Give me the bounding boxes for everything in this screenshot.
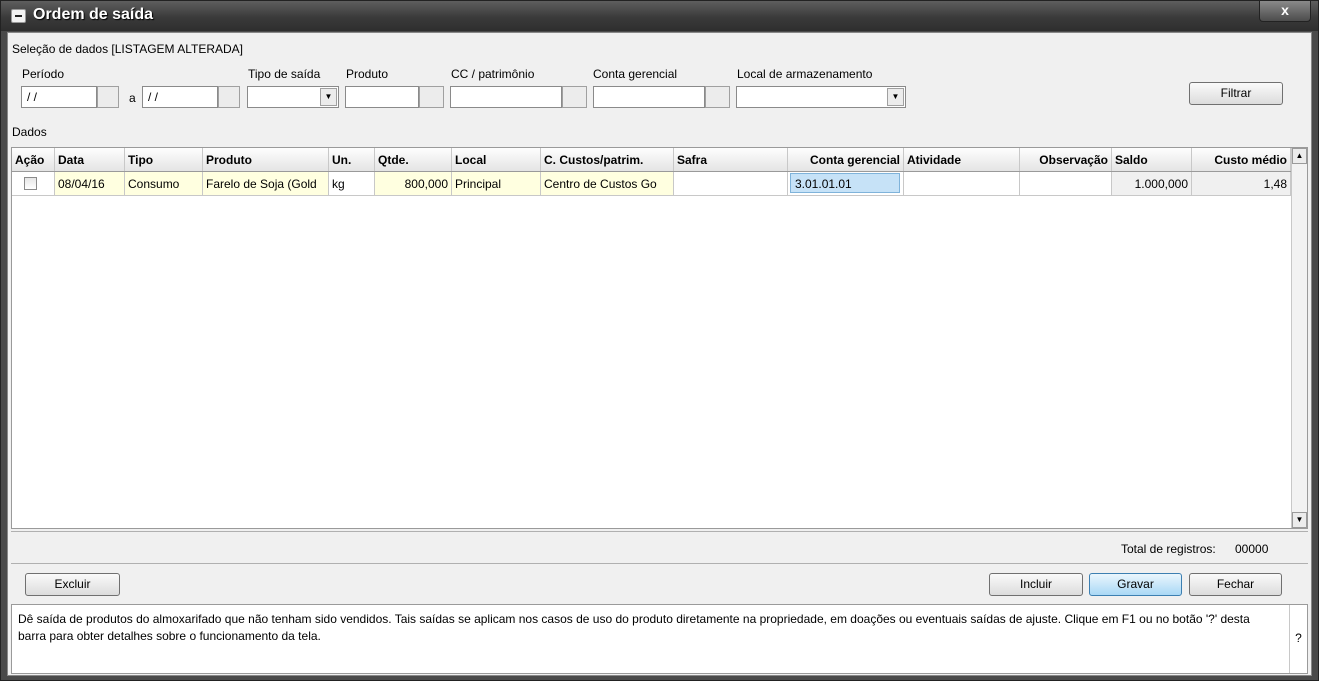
total-bar: Total de registros: 00000 bbox=[11, 531, 1308, 564]
main-window: Ordem de saída x Seleção de dados [LISTA… bbox=[0, 0, 1319, 681]
conta-selected-value[interactable]: 3.01.01.01 bbox=[790, 173, 900, 193]
help-button[interactable]: ? bbox=[1289, 605, 1307, 673]
excluir-button[interactable]: Excluir bbox=[25, 573, 120, 596]
col-produto[interactable]: Produto bbox=[203, 148, 329, 171]
row-cc-cell[interactable]: Centro de Custos Go bbox=[541, 172, 674, 195]
gravar-button[interactable]: Gravar bbox=[1089, 573, 1182, 596]
local-label: Local de armazenamento bbox=[737, 67, 873, 81]
row-observacao-cell[interactable] bbox=[1020, 172, 1112, 195]
data-grid: Ação Data Tipo Produto Un. Qtde. Local C… bbox=[11, 147, 1308, 529]
col-un[interactable]: Un. bbox=[329, 148, 375, 171]
row-saldo-cell: 1.000,000 bbox=[1112, 172, 1192, 195]
col-observacao[interactable]: Observação bbox=[1020, 148, 1112, 171]
client-area: Seleção de dados [LISTAGEM ALTERADA] Per… bbox=[7, 32, 1312, 676]
produto-label: Produto bbox=[346, 67, 389, 81]
row-tipo-cell[interactable]: Consumo bbox=[125, 172, 203, 195]
filtrar-button[interactable]: Filtrar bbox=[1189, 82, 1283, 105]
fechar-button[interactable]: Fechar bbox=[1189, 573, 1282, 596]
selection-title: Seleção de dados [LISTAGEM ALTERADA] bbox=[12, 42, 243, 56]
row-produto-cell[interactable]: Farelo de Soja (Gold bbox=[203, 172, 329, 195]
data-section-title: Dados bbox=[12, 125, 47, 139]
row-local-cell[interactable]: Principal bbox=[452, 172, 541, 195]
chevron-down-icon[interactable]: ▼ bbox=[320, 88, 337, 106]
conta-search-button[interactable] bbox=[705, 86, 730, 108]
col-conta[interactable]: Conta gerencial bbox=[788, 148, 904, 171]
local-select[interactable]: ▼ bbox=[736, 86, 906, 108]
periodo-from-input[interactable]: / / bbox=[21, 86, 97, 108]
periodo-separator: a bbox=[129, 91, 136, 105]
col-custo-medio[interactable]: Custo médio bbox=[1192, 148, 1291, 171]
cc-label: CC / patrimônio bbox=[451, 67, 535, 81]
row-atividade-cell[interactable] bbox=[904, 172, 1020, 195]
col-local[interactable]: Local bbox=[452, 148, 541, 171]
col-acao[interactable]: Ação bbox=[12, 148, 55, 171]
conta-label: Conta gerencial bbox=[593, 67, 678, 81]
acao-checkbox[interactable] bbox=[24, 177, 37, 190]
col-atividade[interactable]: Atividade bbox=[904, 148, 1020, 171]
produto-input[interactable] bbox=[345, 86, 419, 108]
row-qtde-cell[interactable]: 800,000 bbox=[375, 172, 452, 195]
close-button[interactable]: x bbox=[1259, 1, 1311, 22]
col-tipo[interactable]: Tipo bbox=[125, 148, 203, 171]
system-menu-icon[interactable] bbox=[11, 9, 26, 23]
action-bar: Excluir Incluir Gravar Fechar bbox=[11, 566, 1308, 600]
vertical-scrollbar[interactable]: ▲ ▼ bbox=[1291, 148, 1307, 528]
grid-header: Ação Data Tipo Produto Un. Qtde. Local C… bbox=[12, 148, 1291, 172]
tipo-saida-label: Tipo de saída bbox=[248, 67, 321, 81]
row-data-cell[interactable]: 08/04/16 bbox=[55, 172, 125, 195]
arrow-down-icon[interactable]: ▼ bbox=[1292, 512, 1307, 528]
conta-input[interactable] bbox=[593, 86, 705, 108]
produto-search-button[interactable] bbox=[419, 86, 444, 108]
arrow-up-icon[interactable]: ▲ bbox=[1292, 148, 1307, 164]
col-safra[interactable]: Safra bbox=[674, 148, 788, 171]
row-safra-cell[interactable] bbox=[674, 172, 788, 195]
incluir-button[interactable]: Incluir bbox=[989, 573, 1083, 596]
help-text: Dê saída de produtos do almoxarifado que… bbox=[18, 612, 1250, 643]
row-acao-cell bbox=[12, 172, 55, 195]
tipo-saida-select[interactable]: ▼ bbox=[247, 86, 339, 108]
title-bar[interactable]: Ordem de saída x bbox=[1, 1, 1318, 31]
total-label: Total de registros: bbox=[1121, 542, 1216, 556]
help-bar: Dê saída de produtos do almoxarifado que… bbox=[11, 604, 1308, 674]
chevron-down-icon[interactable]: ▼ bbox=[887, 88, 904, 106]
table-row[interactable]: 08/04/16 Consumo Farelo de Soja (Gold kg… bbox=[12, 172, 1291, 196]
col-cc[interactable]: C. Custos/patrim. bbox=[541, 148, 674, 171]
cc-search-button[interactable] bbox=[562, 86, 587, 108]
col-qtde[interactable]: Qtde. bbox=[375, 148, 452, 171]
total-value: 00000 bbox=[1235, 542, 1269, 556]
row-un-cell: kg bbox=[329, 172, 375, 195]
row-custo-medio-cell: 1,48 bbox=[1192, 172, 1291, 195]
col-saldo[interactable]: Saldo bbox=[1112, 148, 1192, 171]
periodo-from-calendar-button[interactable] bbox=[97, 86, 119, 108]
row-conta-cell[interactable]: 3.01.01.01 bbox=[788, 172, 904, 195]
periodo-to-input[interactable]: / / bbox=[142, 86, 218, 108]
col-data[interactable]: Data bbox=[55, 148, 125, 171]
periodo-label: Período bbox=[22, 67, 65, 81]
cc-input[interactable] bbox=[450, 86, 562, 108]
window-title: Ordem de saída bbox=[33, 6, 154, 23]
periodo-to-calendar-button[interactable] bbox=[218, 86, 240, 108]
